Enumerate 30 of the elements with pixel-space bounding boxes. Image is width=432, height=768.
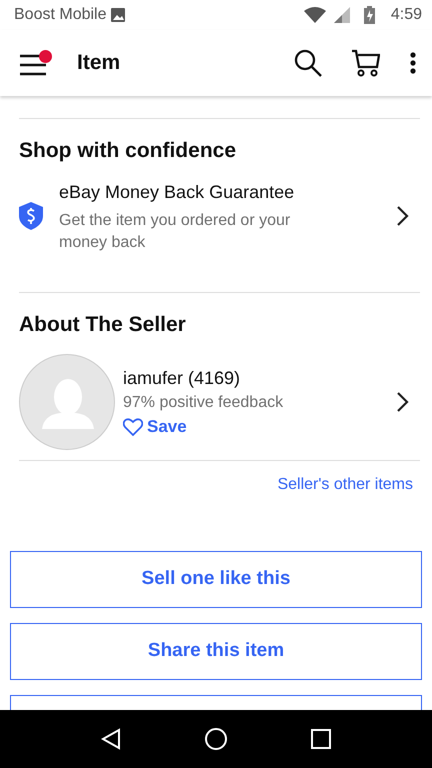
more-options-icon[interactable] — [410, 52, 416, 74]
clock: 4:59 — [390, 5, 422, 25]
chevron-right-icon — [396, 204, 410, 227]
guarantee-title: eBay Money Back Guarantee — [59, 180, 296, 204]
battery-icon — [364, 6, 375, 24]
search-icon[interactable] — [294, 49, 322, 77]
heart-icon — [123, 418, 143, 436]
back-icon[interactable] — [101, 728, 122, 750]
save-button[interactable]: Save — [123, 414, 187, 440]
seller-row[interactable]: iamufer (4169) 97% positive feedback Save — [0, 340, 432, 460]
outline-button[interactable]: Sell one like this — [10, 551, 422, 608]
wifi-icon — [304, 7, 326, 23]
carrier-name: Boost Mobile — [14, 5, 106, 25]
section-heading: Shop with confidence — [18, 138, 238, 164]
cart-icon[interactable] — [352, 49, 380, 77]
home-icon[interactable] — [204, 727, 228, 751]
section-heading: About The Seller — [18, 312, 187, 338]
menu-button[interactable] — [20, 48, 53, 78]
recents-icon[interactable] — [310, 729, 331, 749]
seller-items-link[interactable]: Seller's other items — [277, 473, 413, 497]
shield-dollar-icon — [19, 202, 43, 230]
image-icon — [110, 8, 124, 22]
seller-feedback: 97% positive feedback — [123, 392, 284, 413]
chevron-right-icon — [396, 390, 410, 413]
page-title: Item — [77, 50, 120, 76]
outline-button[interactable]: Share this item — [10, 623, 422, 680]
guarantee-row[interactable]: eBay Money Back Guarantee Get the item you ordered or your money back — [0, 166, 432, 292]
seller-name: iamufer (4169) — [123, 366, 242, 390]
guarantee-description: Get the item you ordered or your money back — [59, 210, 292, 252]
signal-icon — [334, 7, 350, 23]
